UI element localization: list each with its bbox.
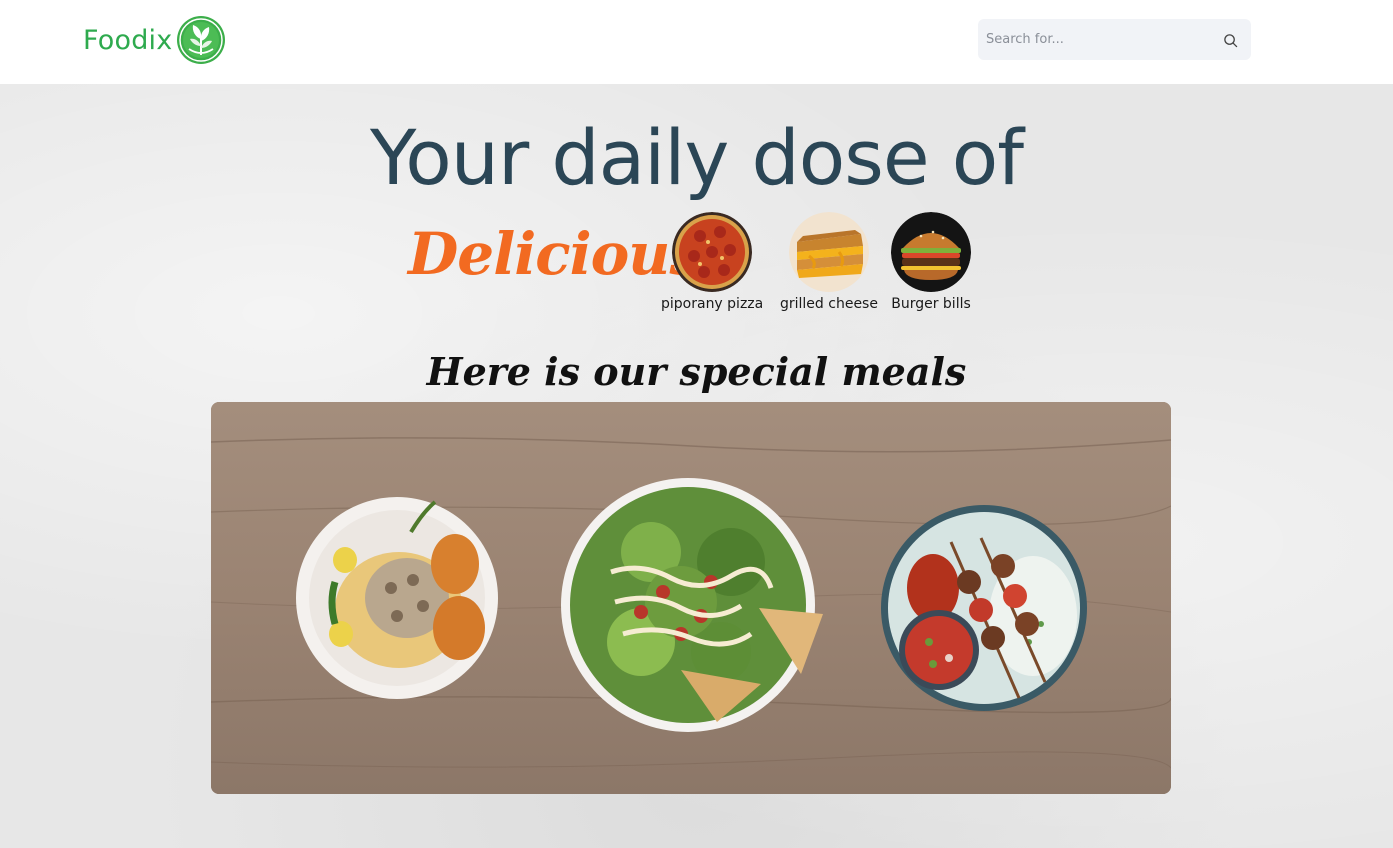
hero-highlight: Delicious xyxy=(408,220,702,288)
burger-icon xyxy=(891,212,971,292)
kebab-plate-image xyxy=(881,505,1087,711)
search-input[interactable] xyxy=(978,19,1203,60)
special-meals-heading: Here is our special meals xyxy=(426,349,967,394)
food-item-pizza[interactable]: piporany pizza xyxy=(661,212,763,312)
brand-link[interactable]: Foodix xyxy=(83,14,226,66)
grilled-cheese-icon xyxy=(788,212,869,292)
search-button[interactable] xyxy=(1217,27,1243,53)
pasta-plate-image xyxy=(296,497,498,699)
leaf-logo-icon xyxy=(177,16,226,64)
food-caption: Burger bills xyxy=(891,296,971,312)
food-item-grilled-cheese[interactable]: grilled cheese xyxy=(780,212,878,312)
search-bar xyxy=(978,19,1251,60)
pizza-icon xyxy=(672,212,753,292)
navbar: Foodix xyxy=(0,0,1393,84)
brand-name: Foodix xyxy=(83,24,173,56)
food-caption: grilled cheese xyxy=(780,296,878,312)
search-icon xyxy=(1223,33,1237,47)
food-item-burger[interactable]: Burger bills xyxy=(891,212,971,312)
special-meals-image xyxy=(211,402,1171,794)
hero-headline: Your daily dose of xyxy=(369,113,1024,202)
food-caption: piporany pizza xyxy=(661,296,764,312)
